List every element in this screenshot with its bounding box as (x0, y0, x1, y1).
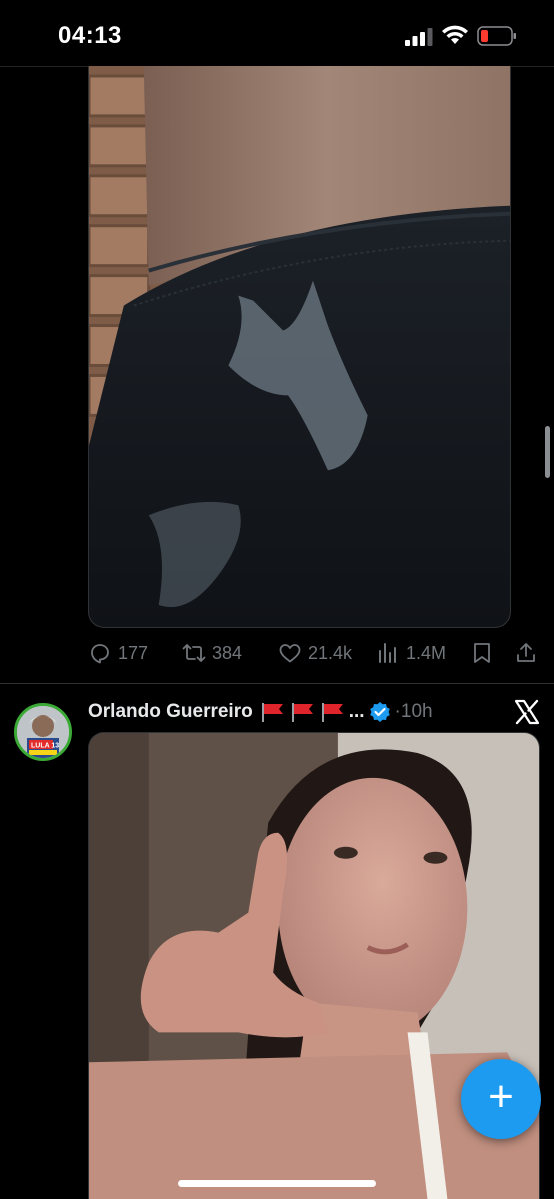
bookmark-icon (474, 643, 490, 663)
views-button[interactable]: 1.4M (376, 634, 446, 672)
bookmark-button[interactable] (470, 634, 500, 672)
battery-low-icon (477, 26, 516, 46)
plus-icon: + (488, 1072, 514, 1121)
post-actions: 177 384 21.4k 1.4M (88, 634, 544, 672)
post-divider (0, 683, 554, 684)
x-logo-icon[interactable] (514, 699, 540, 725)
red-flag-icon (291, 703, 313, 722)
post-media-image[interactable] (88, 732, 540, 1199)
author-name[interactable]: Orlando Guerreiro (88, 701, 253, 723)
status-bar: 04:13 (0, 0, 554, 66)
share-icon (517, 643, 535, 662)
cellular-signal-icon (405, 28, 433, 46)
verified-badge-icon (369, 702, 390, 722)
red-flag-icon (321, 703, 343, 722)
status-time: 04:13 (58, 22, 122, 49)
views-count: 1.4M (406, 642, 447, 663)
scrollbar-thumb[interactable] (545, 426, 550, 478)
reply-button[interactable]: 177 (88, 634, 148, 672)
like-count: 21.4k (308, 642, 353, 663)
wifi-icon (442, 25, 468, 44)
views-icon (379, 643, 396, 663)
post-timestamp[interactable]: 10h (401, 701, 433, 723)
repost-button[interactable]: 384 (182, 634, 242, 672)
avatar[interactable]: LULA 13 (14, 703, 72, 761)
reply-count: 177 (118, 642, 149, 663)
red-flag-icon (261, 703, 283, 722)
share-button[interactable] (514, 634, 544, 672)
post-media-image[interactable] (88, 66, 511, 628)
repost-count: 384 (212, 642, 243, 663)
home-indicator[interactable] (178, 1180, 376, 1187)
name-truncation: ... (348, 701, 365, 722)
like-button[interactable]: 21.4k (278, 634, 352, 672)
compose-button[interactable]: + (461, 1059, 541, 1139)
repost-icon (182, 644, 206, 662)
post-author-line: Orlando Guerreiro ... · 10h (88, 698, 433, 726)
reply-icon (91, 644, 109, 664)
flag-emojis (259, 701, 349, 723)
avatar-badge-text: LULA 13 (31, 743, 59, 750)
like-icon (279, 644, 301, 663)
